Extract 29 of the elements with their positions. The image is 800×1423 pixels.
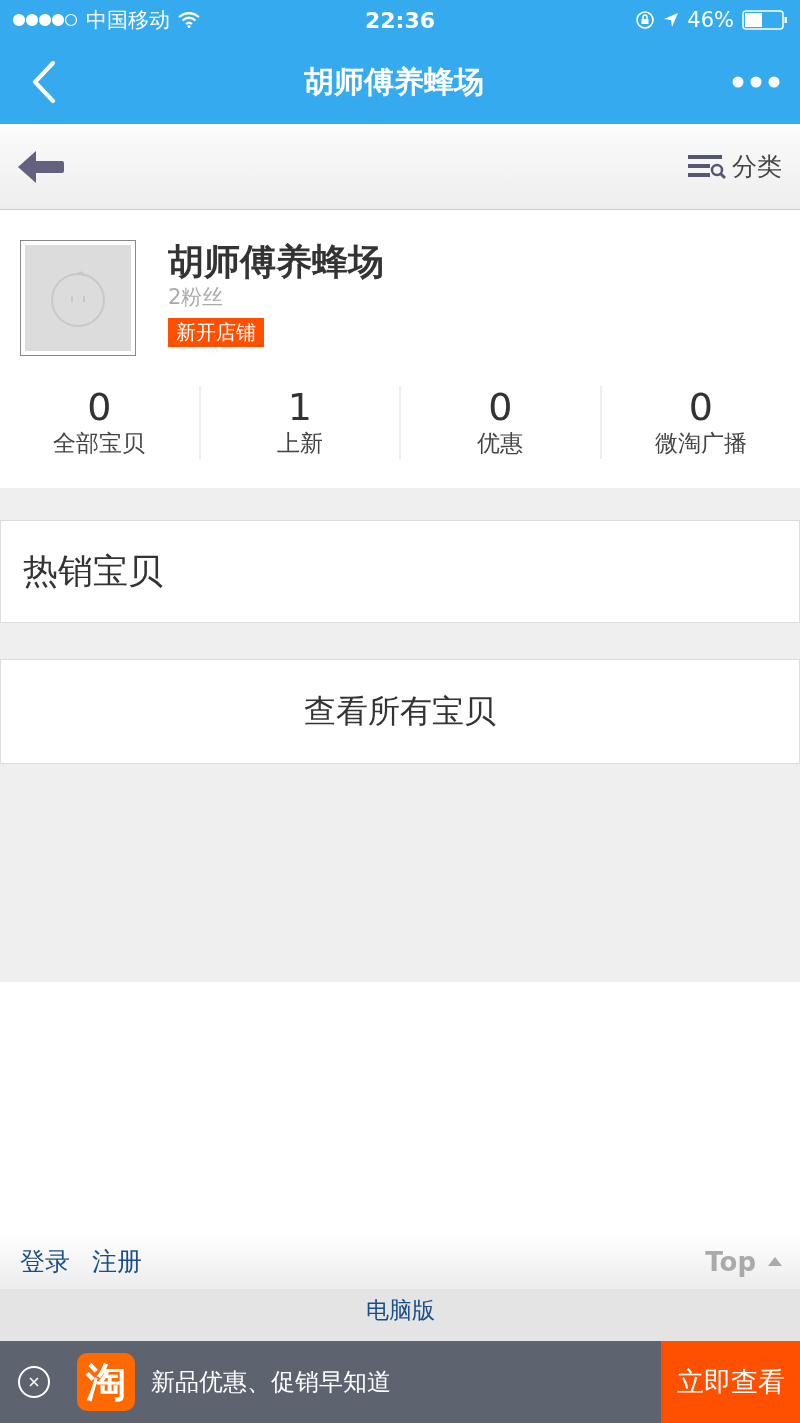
stat-item[interactable]: 0 微淘广播	[599, 386, 800, 459]
close-icon[interactable]	[17, 1365, 51, 1399]
footer-link[interactable]: 登录	[20, 1245, 70, 1278]
category-search-icon[interactable]	[688, 153, 726, 180]
more-icon[interactable]	[732, 76, 780, 88]
new-shop-badge: 新开店铺	[168, 318, 264, 347]
page-title: 胡师傅养蜂场	[304, 62, 484, 101]
left-arrow-icon[interactable]	[18, 149, 64, 184]
signal-icon	[12, 13, 78, 27]
category-link[interactable]: 分类	[732, 150, 782, 183]
banner-text: 新品优惠、促销早知道	[151, 1367, 392, 1398]
footer-link[interactable]: 注册	[92, 1245, 142, 1278]
location-icon	[663, 12, 680, 28]
back-icon[interactable]	[32, 61, 56, 103]
wifi-icon	[178, 12, 200, 28]
shop-name: 胡师傅养蜂场	[168, 240, 384, 284]
battery-icon	[742, 10, 788, 30]
stat-item[interactable]: 0 优惠	[399, 386, 600, 459]
desktop-version-link[interactable]: 电脑版	[365, 1295, 435, 1327]
rotation-lock-icon	[635, 10, 656, 30]
follower-count: 2粉丝	[168, 284, 224, 310]
status-time: 22:36	[365, 7, 435, 33]
battery-percent: 46%	[687, 8, 734, 32]
app-logo: 淘	[77, 1353, 135, 1411]
stat-item[interactable]: 1 上新	[198, 386, 399, 459]
carrier-name: 中国移动	[86, 7, 170, 34]
section-title: 热销宝贝	[23, 550, 163, 593]
stat-item[interactable]: 0 全部宝贝	[0, 386, 199, 459]
view-all-button[interactable]: 查看所有宝贝	[0, 659, 800, 764]
